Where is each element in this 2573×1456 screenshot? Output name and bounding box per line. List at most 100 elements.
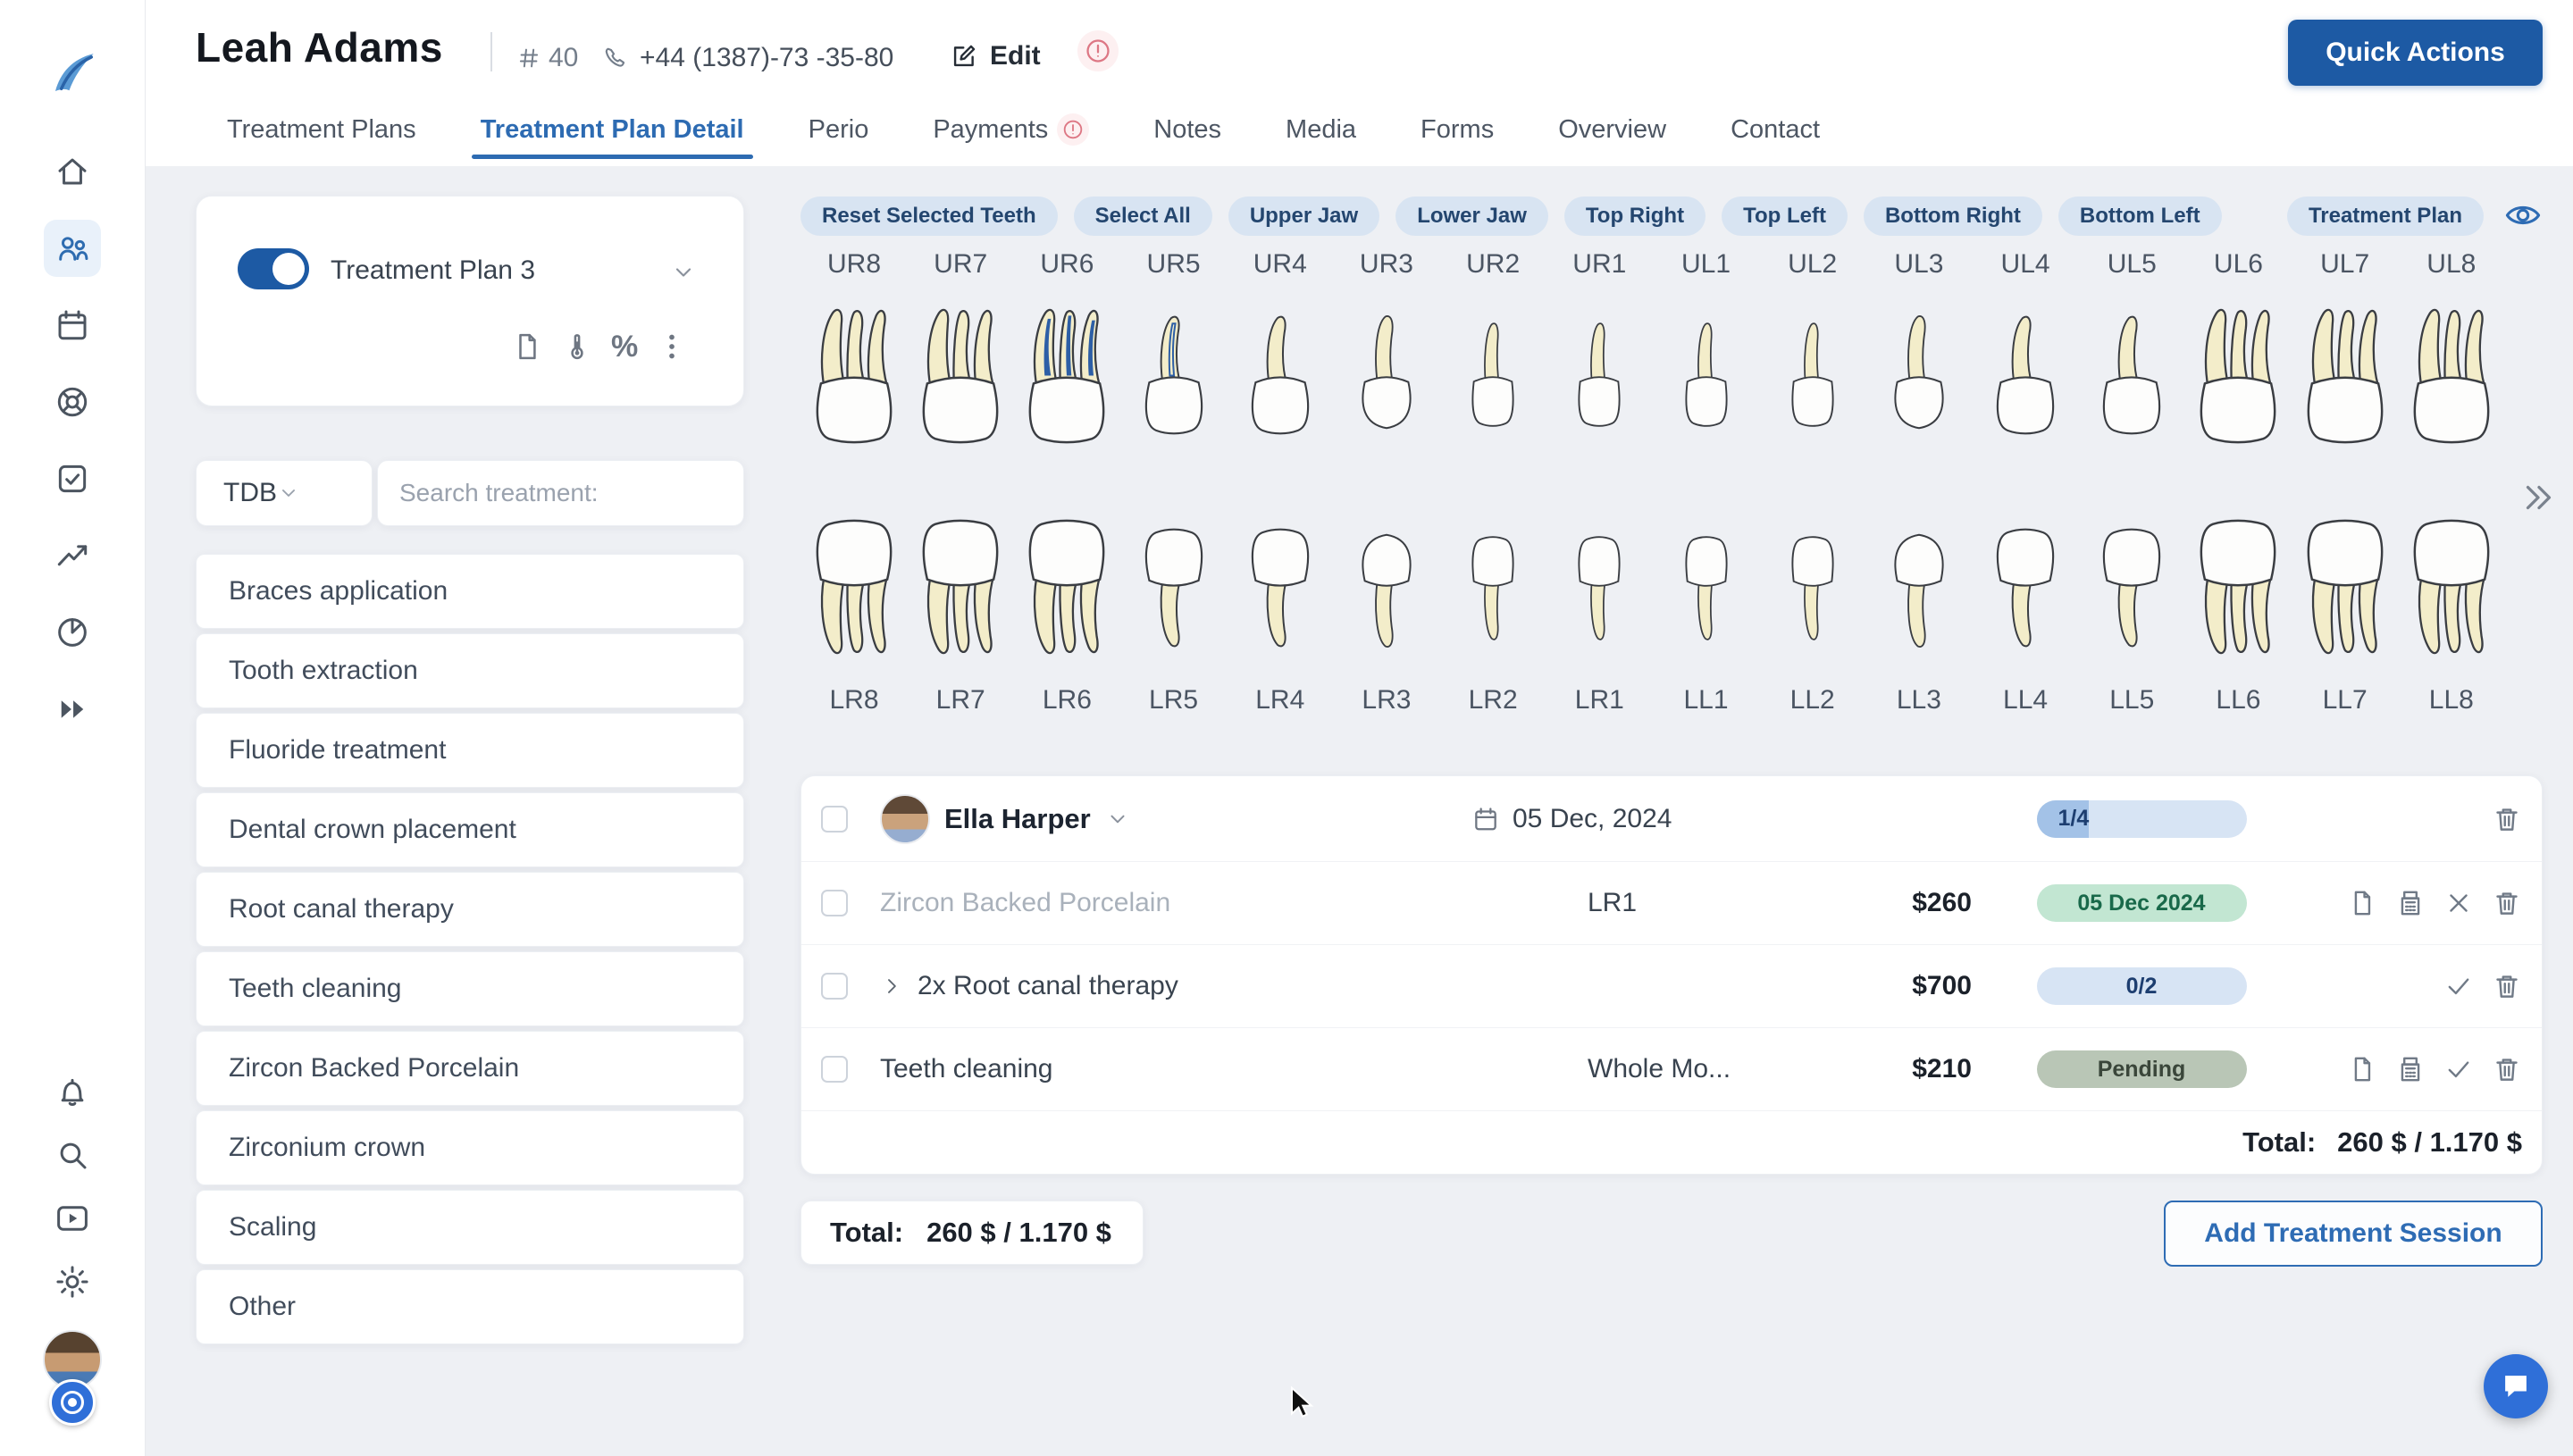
tooth-UL2[interactable] xyxy=(1777,293,1848,458)
sidebar-item-tasks[interactable] xyxy=(44,450,101,507)
tooth-UR1[interactable] xyxy=(1563,293,1635,458)
chip-reset-selected-teeth[interactable]: Reset Selected Teeth xyxy=(800,197,1058,236)
tab-perio[interactable]: Perio xyxy=(809,100,869,159)
tab-forms[interactable]: Forms xyxy=(1421,100,1494,159)
tooth-LR3[interactable] xyxy=(1348,505,1425,670)
tooth-UR2[interactable] xyxy=(1457,293,1529,458)
chip-select-all[interactable]: Select All xyxy=(1074,197,1212,236)
sidebar-item-bell[interactable] xyxy=(44,1063,101,1120)
trash-icon[interactable] xyxy=(2492,888,2522,918)
tooth-LR5[interactable] xyxy=(1133,505,1215,670)
tooth-LL3[interactable] xyxy=(1881,505,1957,670)
treatment-list-item[interactable]: Fluoride treatment xyxy=(196,713,744,788)
sidebar-item-skip[interactable] xyxy=(44,681,101,738)
trash-icon[interactable] xyxy=(2492,804,2522,834)
terminal-icon[interactable] xyxy=(2395,1054,2426,1084)
tooth-LL6[interactable] xyxy=(2191,505,2285,670)
trash-icon[interactable] xyxy=(2492,971,2522,1001)
tooth-LR1[interactable] xyxy=(1563,505,1635,670)
item-checkbox[interactable] xyxy=(821,890,848,916)
view-toggle-button[interactable] xyxy=(2503,196,2543,238)
treatment-plan-chip[interactable]: Treatment Plan xyxy=(2287,197,2484,236)
tooth-LL7[interactable] xyxy=(2298,505,2393,670)
tooth-UL7[interactable] xyxy=(2298,293,2393,458)
tooth-LR4[interactable] xyxy=(1239,505,1321,670)
app-logo-icon[interactable] xyxy=(45,45,102,102)
trash-icon[interactable] xyxy=(2492,1054,2522,1084)
tooth-UL3[interactable] xyxy=(1881,293,1957,458)
tooth-UL8[interactable] xyxy=(2404,293,2499,458)
plan-toggle[interactable] xyxy=(238,248,309,289)
tab-overview[interactable]: Overview xyxy=(1558,100,1666,159)
tab-contact[interactable]: Contact xyxy=(1731,100,1820,159)
treatment-list-item[interactable]: Scaling xyxy=(196,1190,744,1265)
sidebar-item-pie[interactable] xyxy=(44,604,101,661)
sidebar-item-calendar[interactable] xyxy=(44,297,101,354)
tooth-UR6[interactable] xyxy=(1019,293,1114,458)
tooth-LL4[interactable] xyxy=(1984,505,2066,670)
tooth-LL2[interactable] xyxy=(1777,505,1848,670)
sidebar-item-home[interactable] xyxy=(44,143,101,200)
percent-icon[interactable]: % xyxy=(611,331,638,362)
edit-button[interactable]: Edit xyxy=(949,41,1041,71)
chevron-down-icon[interactable] xyxy=(1105,807,1130,832)
item-checkbox[interactable] xyxy=(821,1056,848,1083)
treatment-category-select[interactable]: TDB xyxy=(196,460,373,526)
chat-button[interactable] xyxy=(2484,1354,2548,1418)
quick-actions-button[interactable]: Quick Actions xyxy=(2288,20,2543,86)
treatment-search-input[interactable] xyxy=(378,461,743,525)
thermometer-icon[interactable] xyxy=(561,331,593,363)
tab-notes[interactable]: Notes xyxy=(1153,100,1221,159)
tooth-UR3[interactable] xyxy=(1348,293,1425,458)
treatment-list-item[interactable]: Other xyxy=(196,1269,744,1344)
tooth-LL8[interactable] xyxy=(2404,505,2499,670)
treatment-list-item[interactable]: Zircon Backed Porcelain xyxy=(196,1031,744,1106)
treatment-list-item[interactable]: Dental crown placement xyxy=(196,792,744,867)
treatment-list-item[interactable]: Root canal therapy xyxy=(196,872,744,947)
tooth-UR7[interactable] xyxy=(913,293,1008,458)
sidebar-item-gear[interactable] xyxy=(44,1253,101,1310)
brand-badge[interactable] xyxy=(49,1379,96,1426)
chip-bottom-right[interactable]: Bottom Right xyxy=(1864,197,2042,236)
expand-row-icon[interactable] xyxy=(880,975,903,998)
tab-treatment-plan-detail[interactable]: Treatment Plan Detail xyxy=(481,100,744,159)
tooth-LR6[interactable] xyxy=(1019,505,1114,670)
treatment-list-item[interactable]: Zirconium crown xyxy=(196,1110,744,1185)
chip-top-right[interactable]: Top Right xyxy=(1564,197,1706,236)
check-icon[interactable] xyxy=(2443,1054,2474,1084)
chip-upper-jaw[interactable]: Upper Jaw xyxy=(1228,197,1379,236)
terminal-icon[interactable] xyxy=(2395,888,2426,918)
tab-treatment-plans[interactable]: Treatment Plans xyxy=(227,100,416,159)
tooth-UL5[interactable] xyxy=(2091,293,2173,458)
tab-payments[interactable]: Payments xyxy=(933,100,1089,159)
chip-top-left[interactable]: Top Left xyxy=(1722,197,1848,236)
tab-media[interactable]: Media xyxy=(1286,100,1356,159)
tooth-UL6[interactable] xyxy=(2191,293,2285,458)
plan-chevron-down-icon[interactable] xyxy=(670,259,697,286)
tooth-UR4[interactable] xyxy=(1239,293,1321,458)
session-checkbox[interactable] xyxy=(821,806,848,833)
item-checkbox[interactable] xyxy=(821,973,848,1000)
sidebar-item-patients[interactable] xyxy=(44,220,101,277)
tooth-LR2[interactable] xyxy=(1457,505,1529,670)
x-icon[interactable] xyxy=(2443,888,2474,918)
treatment-list-item[interactable]: Tooth extraction xyxy=(196,633,744,708)
document-icon[interactable] xyxy=(511,331,543,363)
chip-lower-jaw[interactable]: Lower Jaw xyxy=(1395,197,1548,236)
tooth-LR7[interactable] xyxy=(913,505,1008,670)
sidebar-item-video[interactable] xyxy=(44,1190,101,1247)
tooth-UL1[interactable] xyxy=(1671,293,1742,458)
file-icon[interactable] xyxy=(2347,1054,2377,1084)
patient-alert-icon[interactable] xyxy=(1077,30,1119,71)
sidebar-item-search[interactable] xyxy=(44,1126,101,1184)
expand-chart-button[interactable] xyxy=(2518,477,2559,521)
tooth-LL5[interactable] xyxy=(2091,505,2173,670)
tooth-LR8[interactable] xyxy=(807,505,901,670)
chip-bottom-left[interactable]: Bottom Left xyxy=(2058,197,2222,236)
kebab-menu-icon[interactable] xyxy=(656,331,688,363)
check-icon[interactable] xyxy=(2443,971,2474,1001)
sidebar-item-support[interactable] xyxy=(44,373,101,431)
tooth-UL4[interactable] xyxy=(1984,293,2066,458)
add-treatment-session-button[interactable]: Add Treatment Session xyxy=(2164,1201,2543,1267)
tooth-UR8[interactable] xyxy=(807,293,901,458)
